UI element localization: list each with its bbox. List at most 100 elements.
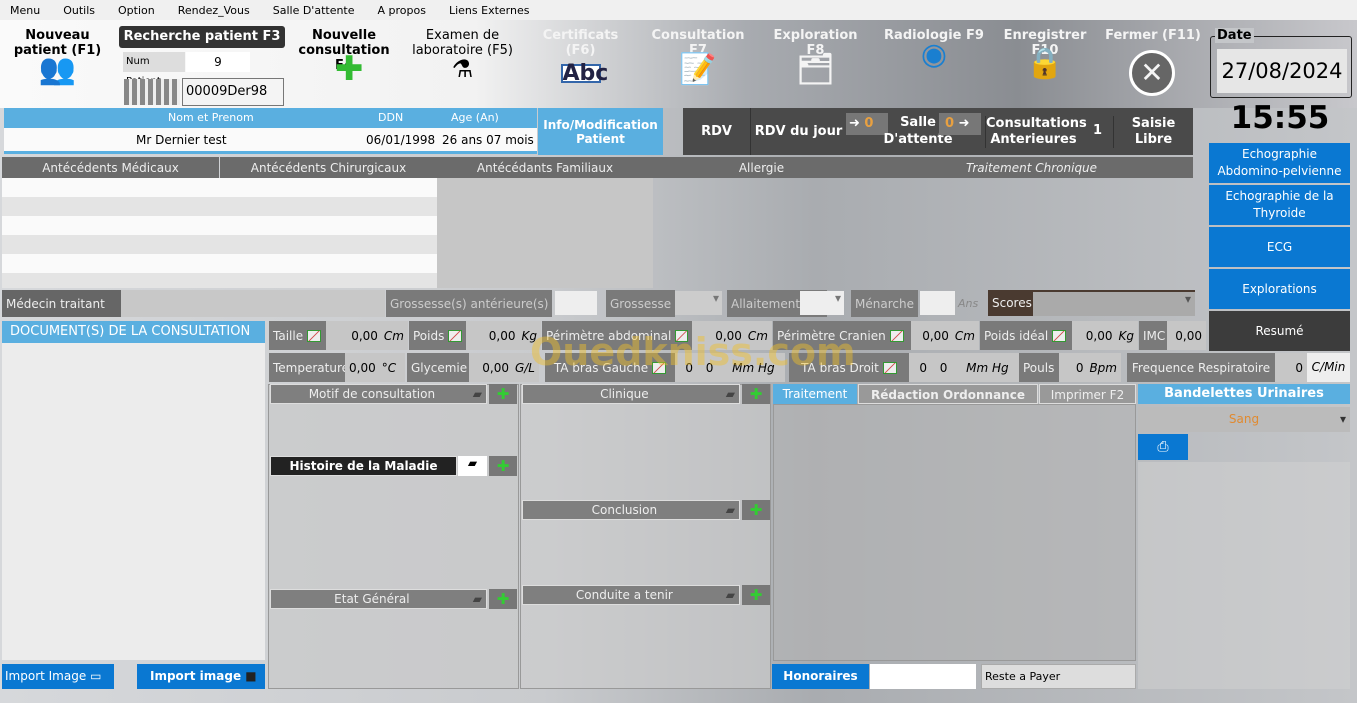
tad-dia: 0 (939, 360, 948, 375)
honoraires-field[interactable] (870, 664, 976, 689)
date-field[interactable]: 27/08/2024 (1217, 49, 1347, 93)
exploration-button[interactable]: Exploration F8 🗂 (763, 28, 868, 85)
chart-icon[interactable] (1052, 329, 1067, 342)
tab-redaction-ordonnance[interactable]: Rédaction Ordonnance (858, 384, 1038, 404)
temperature-value[interactable]: 0,00 °C (345, 353, 405, 382)
print-button[interactable]: ⎙ (1138, 434, 1188, 460)
treatment-area[interactable] (773, 404, 1136, 661)
etat-header[interactable]: Etat Général ▰ (270, 589, 487, 609)
menu-item[interactable]: Menu (0, 4, 53, 17)
menu-item[interactable]: Outils (53, 4, 108, 17)
folder-icon[interactable]: ▰ (458, 456, 487, 476)
grossesse-label: Grossesse (606, 290, 675, 317)
chart-icon[interactable] (889, 329, 904, 342)
ecg-button[interactable]: ECG (1209, 227, 1350, 267)
add-icon[interactable]: ✚ (742, 585, 770, 605)
histoire-header[interactable]: Histoire de la Maladie (270, 456, 457, 476)
familiaux-list[interactable] (437, 178, 653, 288)
add-icon[interactable]: ✚ (489, 589, 517, 609)
search-patient-button[interactable]: Recherche patient F3 (119, 26, 285, 48)
rdv-button[interactable]: RDV (683, 108, 751, 155)
menarche-field[interactable] (920, 291, 955, 315)
new-consultation-button[interactable]: Nouvelle consultation F4 ✚ (295, 28, 393, 86)
col-ddn: DDN (378, 111, 404, 124)
chart-icon[interactable] (307, 329, 322, 342)
patient-header: Nom et Prenom DDN Age (An) (4, 108, 537, 128)
poids-ideal-value[interactable]: 0,00 Kg (1072, 321, 1138, 350)
menu-item[interactable]: Liens Externes (439, 4, 543, 17)
fermer-label: Fermer (F11) (1105, 28, 1201, 43)
conduite-header[interactable]: Conduite a tenir ▰ (522, 585, 740, 605)
info-patient-button[interactable]: Info/Modification Patient (538, 108, 663, 155)
add-icon[interactable]: ✚ (489, 384, 517, 404)
perimetre-cranien-value[interactable]: 0,00 Cm (911, 321, 979, 350)
resume-button[interactable]: Resumé (1209, 311, 1350, 351)
glycemie-label: Glycemie (407, 353, 469, 382)
folder-icon[interactable]: ▰ (726, 387, 739, 401)
clinique-header[interactable]: Clinique ▰ (522, 384, 740, 404)
clock: 15:55 (1230, 100, 1330, 136)
medecin-label: Médecin traitant (2, 290, 121, 317)
plus-icon: ✚ (335, 49, 364, 89)
add-icon[interactable]: ✚ (489, 456, 517, 476)
explorations-button[interactable]: Explorations (1209, 269, 1350, 309)
folder-icon[interactable]: ▰ (473, 387, 486, 401)
medecin-field[interactable] (121, 290, 385, 317)
new-patient-button[interactable]: Nouveau patient (F1) 👥 (10, 28, 105, 85)
ta-droit-value[interactable]: 0 0 Mm Hg (909, 353, 1019, 382)
temperature-label: Temperature (269, 353, 349, 382)
tab-antecedents-chirurgicaux[interactable]: Antécédents Chirurgicaux (220, 157, 437, 178)
tab-traitement[interactable]: Traitement (773, 384, 857, 404)
tab-allergie[interactable]: Allergie (653, 157, 870, 178)
certificats-button[interactable]: Certificats (F6) Abc (528, 28, 633, 85)
barcode-field[interactable]: 00009Der98 (182, 78, 284, 106)
motif-header[interactable]: Motif de consultation ▰ (270, 384, 487, 404)
menu-item[interactable]: A propos (368, 4, 439, 17)
frequence-value[interactable]: 0 (1275, 353, 1307, 382)
pi-text: Poids idéal (984, 328, 1049, 343)
echo-abdomino-button[interactable]: Echographie Abdomino-pelvienne (1209, 143, 1350, 183)
rdv-jour-button[interactable]: RDV du jour (752, 108, 845, 155)
chart-icon[interactable] (882, 361, 897, 374)
saisie-libre-button[interactable]: Saisie Libre (1113, 116, 1193, 148)
grossesses-field[interactable] (555, 291, 597, 315)
folder-icon[interactable]: ▰ (726, 503, 739, 517)
bandelettes-value: Sang (1228, 412, 1260, 426)
pouls-value[interactable]: 0 Bpm (1059, 353, 1121, 382)
documents-list[interactable] (2, 343, 265, 660)
bandelettes-select[interactable]: Sang ▾ (1138, 407, 1350, 432)
tab-antecedents-medicaux[interactable]: Antécédents Médicaux (2, 157, 219, 178)
consultation-button[interactable]: Consultation F7 📝 (643, 28, 753, 85)
chart-icon[interactable] (448, 329, 462, 342)
menu-item[interactable]: Rendez_Vous (168, 4, 263, 17)
bandelettes-header: Bandelettes Urinaires (1138, 384, 1350, 404)
folder-icon[interactable]: ▰ (473, 592, 486, 606)
lab-exam-button[interactable]: Examen de laboratoire (F5) ⚗ (405, 28, 520, 81)
tab-traitement-chronique[interactable]: Traitement Chronique (870, 157, 1193, 178)
menu-item[interactable]: Option (108, 4, 168, 17)
num-patient-field[interactable]: 9 (186, 52, 250, 72)
echo-thyroide-button[interactable]: Echographie de la Thyroide (1209, 185, 1350, 225)
import-image-button-1[interactable]: Import Image ▭ (2, 664, 114, 689)
menu-item[interactable]: Salle D'attente (263, 4, 368, 17)
tad-unit: Mm Hg (966, 360, 1009, 375)
fermer-button[interactable]: Fermer (F11) ✕ (1103, 28, 1203, 96)
patient-row[interactable]: Mr Dernier test 06/01/1998 26 ans 07 moi… (4, 128, 537, 154)
add-icon[interactable]: ✚ (742, 384, 770, 404)
add-icon[interactable]: ✚ (742, 500, 770, 520)
grossesse-select[interactable]: ▾ (675, 291, 722, 315)
tab-antecedents-familiaux[interactable]: Antécédants Familiaux (437, 157, 653, 178)
scores-select[interactable]: ▾ (1033, 290, 1195, 316)
antecedents-list[interactable] (2, 178, 437, 288)
col-left (268, 384, 519, 689)
conclusion-header[interactable]: Conclusion ▰ (522, 500, 740, 520)
consultations-anterieures-button[interactable]: Consultations Anterieures (985, 116, 1087, 148)
radiologie-button[interactable]: Radiologie F9 ◉ (880, 28, 988, 70)
allaitement-select[interactable]: ▾ (800, 291, 844, 315)
import-image-button-2[interactable]: Import image ■ (137, 664, 265, 689)
folder-icon[interactable]: ▰ (726, 588, 739, 602)
enregistrer-button[interactable]: Enregistrer F10 🔒 (1000, 28, 1090, 79)
taille-value[interactable]: 0,00 Cm (326, 321, 408, 350)
tab-imprimer[interactable]: Imprimer F2 (1039, 384, 1136, 404)
glycemie-value[interactable]: 0,00 G/L (469, 353, 539, 382)
